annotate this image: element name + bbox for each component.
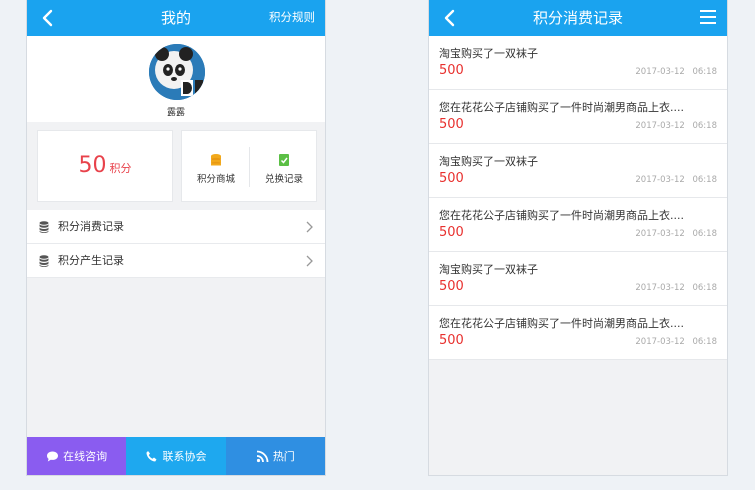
record-points: 500: [439, 279, 464, 294]
points-unit: 积分: [109, 162, 132, 175]
chevron-right-icon: [306, 255, 313, 267]
action-label: 积分商城: [196, 174, 235, 185]
tab-hot[interactable]: 热门: [225, 437, 325, 475]
points-mall-button[interactable]: 积分商城: [182, 131, 250, 203]
list-item[interactable]: 您在花花公子店铺购买了一件时尚潮男商品上衣.... 500 2017-03-12…: [429, 198, 727, 252]
tab-contact-association[interactable]: 联系协会: [126, 437, 226, 475]
record-time: 2017-03-12 06:18: [635, 229, 717, 239]
database-icon: [39, 255, 49, 267]
phone-icon: [146, 450, 157, 461]
points-rules-link[interactable]: 积分规则: [269, 0, 315, 34]
record-title: 您在花花公子店铺购买了一件时尚潮男商品上衣....: [439, 209, 684, 222]
record-title: 您在花花公子店铺购买了一件时尚潮男商品上衣....: [439, 317, 684, 330]
tab-label: 在线咨询: [63, 450, 108, 463]
bottom-tab-bar: 在线咨询 联系协会 热门: [27, 437, 325, 475]
records-screen: 积分消费记录 淘宝购买了一双袜子 500 2017-03-12 06:18 您在…: [428, 0, 728, 476]
avatar[interactable]: [149, 44, 205, 100]
points-row: 50 积分 积分商城 兑换记录: [37, 130, 317, 202]
rss-icon: [256, 450, 269, 462]
chat-bubble-icon: [47, 451, 59, 461]
record-points: 500: [439, 171, 464, 186]
list-item[interactable]: 淘宝购买了一双袜子 500 2017-03-12 06:18: [429, 36, 727, 90]
list-item[interactable]: 您在花花公子店铺购买了一件时尚潮男商品上衣.... 500 2017-03-12…: [429, 306, 727, 360]
actions-card: 积分商城 兑换记录: [181, 130, 317, 202]
record-title: 淘宝购买了一双袜子: [439, 263, 538, 276]
menu-item-generation-records[interactable]: 积分产生记录: [27, 244, 325, 278]
record-time: 2017-03-12 06:18: [635, 337, 717, 347]
record-time: 2017-03-12 06:18: [635, 67, 717, 77]
record-points: 500: [439, 63, 464, 78]
hamburger-menu-icon[interactable]: [699, 8, 717, 26]
list-item[interactable]: 您在花花公子店铺购买了一件时尚潮男商品上衣.... 500 2017-03-12…: [429, 90, 727, 144]
tab-online-consult[interactable]: 在线咨询: [27, 437, 127, 475]
tab-label: 联系协会: [162, 450, 207, 463]
clipboard-check-icon: [279, 154, 289, 166]
page-title: 积分消费记录: [532, 9, 623, 27]
record-time: 2017-03-12 06:18: [635, 121, 717, 131]
list-item[interactable]: 淘宝购买了一双袜子 500 2017-03-12 06:18: [429, 144, 727, 198]
record-points: 500: [439, 225, 464, 240]
record-title: 淘宝购买了一双袜子: [439, 155, 538, 168]
chevron-right-icon: [306, 221, 313, 233]
record-title: 淘宝购买了一双袜子: [439, 47, 538, 60]
mine-header: 我的 积分规则: [27, 0, 325, 36]
points-card: 50 积分: [37, 130, 173, 202]
points-value: 50: [78, 153, 107, 178]
exchange-record-button[interactable]: 兑换记录: [250, 131, 318, 203]
action-label: 兑换记录: [264, 174, 303, 185]
record-points: 500: [439, 117, 464, 132]
database-icon: [39, 221, 49, 233]
tab-label: 热门: [272, 450, 295, 463]
menu-list: 积分消费记录 积分产生记录: [27, 210, 325, 278]
record-title: 您在花花公子店铺购买了一件时尚潮男商品上衣....: [439, 101, 684, 114]
menu-item-consumption-records[interactable]: 积分消费记录: [27, 210, 325, 244]
record-time: 2017-03-12 06:18: [635, 283, 717, 293]
record-points: 500: [439, 333, 464, 348]
records-header: 积分消费记录: [429, 0, 727, 36]
menu-item-label: 积分消费记录: [58, 220, 124, 233]
record-list: 淘宝购买了一双袜子 500 2017-03-12 06:18 您在花花公子店铺购…: [429, 36, 727, 360]
panda-avatar-icon: [149, 44, 205, 100]
menu-item-label: 积分产生记录: [58, 254, 124, 267]
record-time: 2017-03-12 06:18: [635, 175, 717, 185]
coin-stack-icon: [211, 154, 221, 166]
profile-section: 露露: [27, 36, 325, 122]
list-item[interactable]: 淘宝购买了一双袜子 500 2017-03-12 06:18: [429, 252, 727, 306]
mine-screen: 我的 积分规则 露露 50 积分 积分商城 兑换记录 积分消费记录 积分产生记录…: [26, 0, 326, 476]
username: 露露: [166, 108, 185, 118]
